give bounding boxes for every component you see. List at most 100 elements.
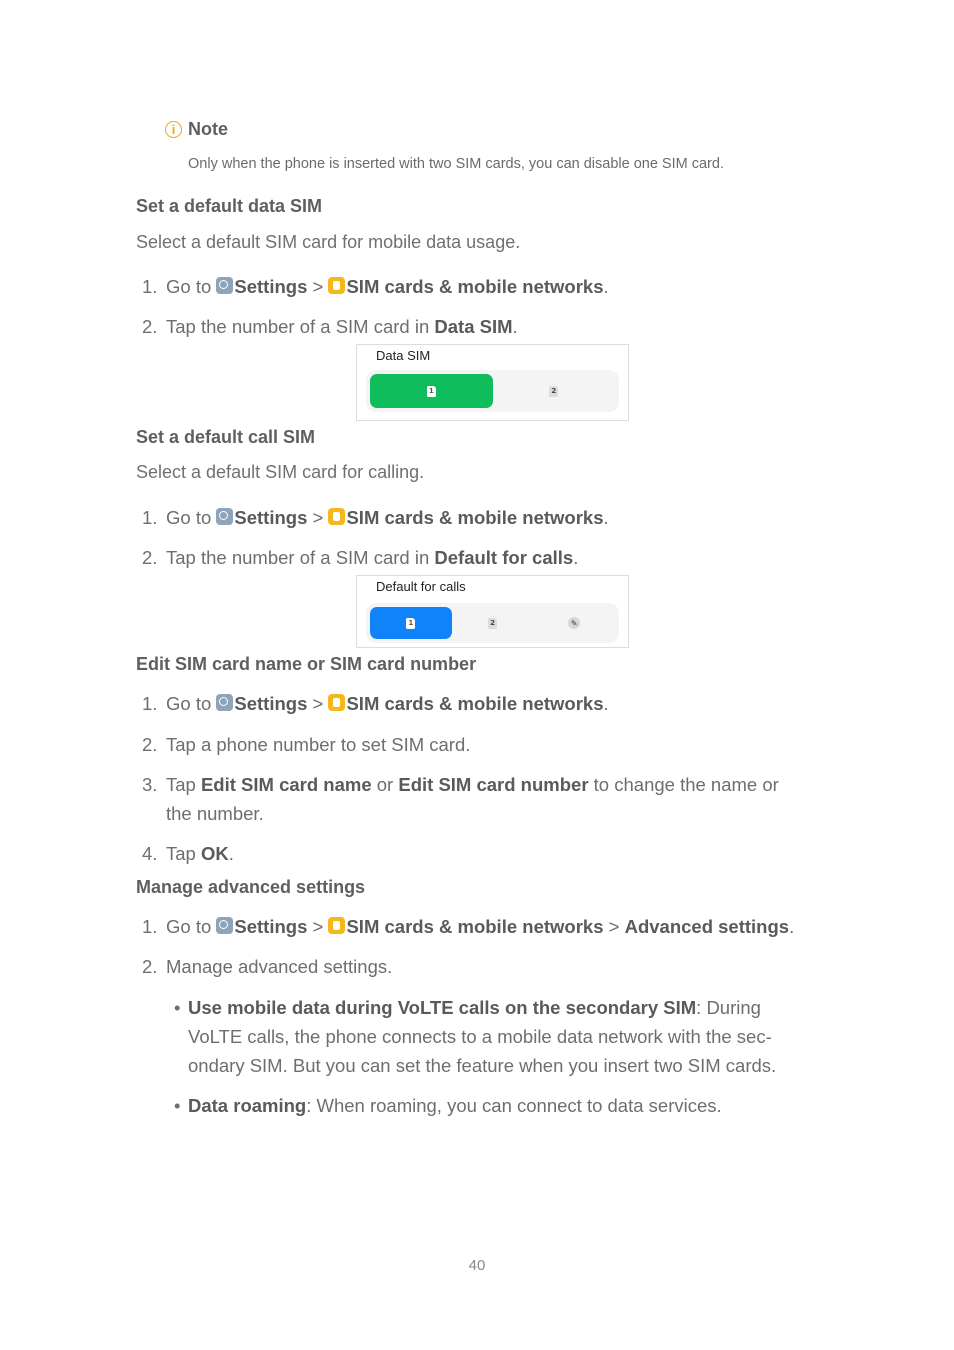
call-sim-card-label: Default for calls <box>376 579 466 594</box>
sim-1-icon: 1 <box>406 617 416 629</box>
separator: > <box>307 507 329 528</box>
sim-2-icon: 2 <box>549 385 559 397</box>
settings-label: Settings <box>234 276 308 297</box>
note-title: i Note <box>165 119 228 140</box>
bullet-dot: • <box>174 1095 181 1116</box>
step-text: Tap the number of a SIM card in <box>166 547 435 568</box>
step-advanced-1: 1. Go to Settings > SIM cards & mobile ne… <box>142 916 794 938</box>
note-title-text: Note <box>188 119 228 139</box>
step-number: 1. <box>142 693 158 714</box>
intro-call-sim: Select a default SIM card for calling. <box>136 462 425 482</box>
data-sim-card-label: Data SIM <box>376 348 431 363</box>
separator: > <box>307 693 329 714</box>
sim-card-icon <box>328 917 346 934</box>
call-sim-selector: 1 2 ✎ <box>366 603 619 643</box>
settings-icon <box>216 277 234 294</box>
settings-icon <box>216 508 234 525</box>
bullet-text: : During <box>696 997 761 1018</box>
period: . <box>789 916 795 937</box>
pencil-icon: ✎ <box>568 617 581 629</box>
sim-card-icon <box>328 277 346 294</box>
heading-advanced: Manage advanced settings <box>136 877 366 897</box>
step-data-sim-1: 1. Go to Settings > SIM cards & mobile ne… <box>142 276 609 298</box>
data-sim-option-2[interactable]: 2 <box>493 374 616 408</box>
heading-edit-sim: Edit SIM card name or SIM card number <box>136 654 477 674</box>
step-text: Manage advanced settings. <box>166 956 393 977</box>
bullet-bold: Data roaming <box>188 1095 307 1116</box>
period: . <box>603 507 609 528</box>
step-number: 2. <box>142 547 158 568</box>
step-number: 1. <box>142 916 158 937</box>
settings-label: Settings <box>234 507 308 528</box>
period: . <box>603 276 609 297</box>
step-call-sim-2: 2. Tap the number of a SIM card in Defaul… <box>142 547 578 569</box>
bullet-roaming: • Data roaming: When roaming, you can con… <box>174 1095 722 1117</box>
step-bold: Edit SIM card number <box>398 774 589 795</box>
step-number: 1. <box>142 507 158 528</box>
bullet-text: : When roaming, you can connect to data … <box>306 1095 722 1116</box>
step-text: Tap the number of a SIM card in <box>166 316 435 337</box>
heading-data-sim: Set a default data SIM <box>136 196 323 216</box>
info-icon: i <box>165 121 182 138</box>
step-number: 2. <box>142 316 158 337</box>
step-bold: Default for calls <box>434 547 574 568</box>
sim-1-icon: 1 <box>426 385 436 397</box>
sim-card-icon <box>328 508 346 525</box>
period: . <box>512 316 518 337</box>
step-bold: Edit SIM card name <box>200 774 372 795</box>
step-advanced-2: 2. Manage advanced settings. <box>142 956 392 978</box>
sim-networks-label: SIM cards & mobile networks <box>346 507 604 528</box>
step-text: Tap a phone number to set SIM card. <box>166 734 471 755</box>
step-edit-sim-1: 1. Go to Settings > SIM cards & mobile ne… <box>142 693 609 715</box>
step-number: 2. <box>142 734 158 755</box>
data-sim-selector: 1 2 <box>366 370 619 412</box>
step-text: Tap <box>166 774 201 795</box>
step-number: 1. <box>142 276 158 297</box>
bullet-volte: • Use mobile data during VoLTE calls on t… <box>174 997 761 1019</box>
data-sim-card: Data SIM 1 2 <box>356 344 629 421</box>
bullet-bold: Use mobile data during VoLTE calls on th… <box>188 997 697 1018</box>
settings-icon <box>216 917 234 934</box>
step-bold: Data SIM <box>434 316 513 337</box>
step-edit-sim-2: 2. Tap a phone number to set SIM card. <box>142 734 470 756</box>
call-sim-option-edit[interactable]: ✎ <box>533 607 615 639</box>
note-text: Only when the phone is inserted with two… <box>188 156 724 172</box>
call-sim-card: Default for calls 1 2 ✎ <box>356 575 629 648</box>
step-number: 4. <box>142 843 158 864</box>
step-data-sim-2: 2. Tap the number of a SIM card in Data S… <box>142 316 518 338</box>
period: . <box>603 693 609 714</box>
sim-networks-label: SIM cards & mobile networks <box>346 916 604 937</box>
step-text: Go to <box>166 693 217 714</box>
advanced-settings-label: Advanced settings <box>624 916 790 937</box>
settings-icon <box>216 694 234 711</box>
bullet-volte-cont-1: VoLTE calls, the phone connects to a mob… <box>188 1026 772 1047</box>
step-text: Go to <box>166 916 217 937</box>
step-text: Tap <box>166 843 201 864</box>
step-number: 3. <box>142 774 158 795</box>
settings-label: Settings <box>234 693 308 714</box>
step-bold: OK <box>200 843 229 864</box>
step-call-sim-1: 1. Go to Settings > SIM cards & mobile ne… <box>142 507 609 529</box>
step-edit-sim-4: 4. Tap OK. <box>142 843 234 865</box>
period: . <box>228 843 234 864</box>
sim-networks-label: SIM cards & mobile networks <box>346 693 604 714</box>
sim-card-icon <box>328 694 346 711</box>
call-sim-option-2[interactable]: 2 <box>452 607 534 639</box>
separator: > <box>307 916 329 937</box>
step-text: to change the name or <box>588 774 779 795</box>
step-text: or <box>371 774 399 795</box>
period: . <box>573 547 579 568</box>
step-text: Go to <box>166 507 217 528</box>
call-sim-option-1[interactable]: 1 <box>370 607 452 639</box>
settings-label: Settings <box>234 916 308 937</box>
bullet-volte-cont-2: ondary SIM. But you can set the feature … <box>188 1055 777 1076</box>
step-edit-sim-3: 3. Tap Edit SIM card name or Edit SIM car… <box>142 774 779 796</box>
page-number: 40 <box>468 1257 486 1274</box>
step-text: Go to <box>166 276 217 297</box>
sim-networks-label: SIM cards & mobile networks <box>346 276 604 297</box>
sim-2-icon: 2 <box>488 617 497 629</box>
separator: > <box>603 916 625 937</box>
data-sim-option-1[interactable]: 1 <box>370 374 493 408</box>
intro-data-sim: Select a default SIM card for mobile dat… <box>136 232 521 252</box>
step-edit-sim-3-cont: the number. <box>166 803 264 824</box>
